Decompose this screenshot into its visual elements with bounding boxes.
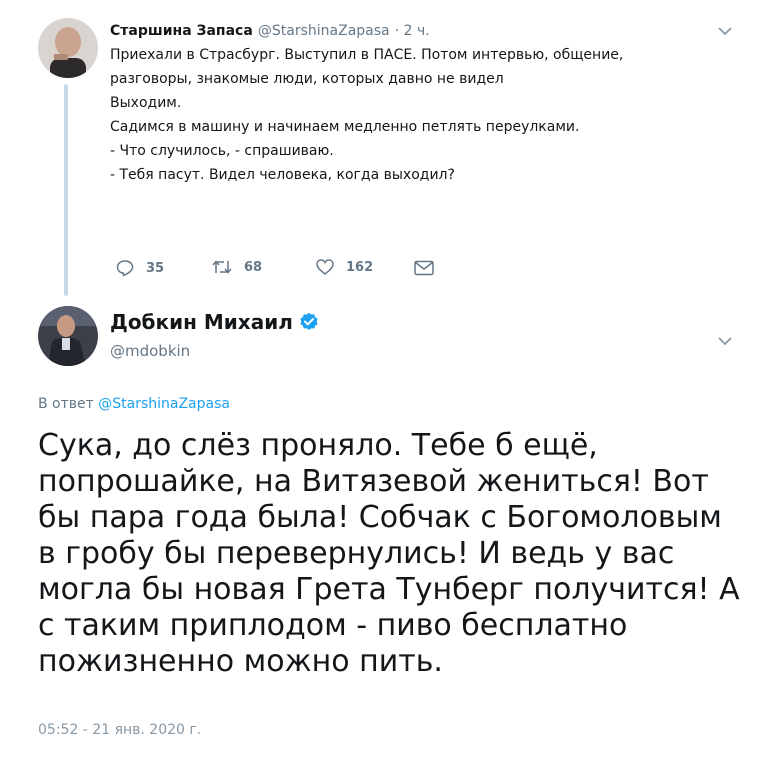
verified-badge-icon bbox=[300, 312, 318, 330]
tweet-line: Приехали в Страсбург. Выступил в ПАСЕ. П… bbox=[110, 47, 624, 63]
tweet-line: Садимся в машину и начинаем медленно пет… bbox=[110, 119, 580, 135]
tweet-line: разговоры, знакомые люди, которых давно … bbox=[110, 71, 504, 87]
avatar-dobkin[interactable] bbox=[38, 306, 98, 366]
tweet2-author[interactable]: Добкин Михаил bbox=[110, 310, 319, 334]
heart-icon bbox=[316, 259, 334, 275]
thread-line bbox=[64, 84, 68, 296]
retweet-count: 68 bbox=[244, 259, 263, 275]
reply-prefix: В ответ bbox=[38, 396, 94, 412]
tweet-line: могла бы новая Грета Тунберг получится! … bbox=[38, 572, 740, 607]
like-count: 162 bbox=[346, 259, 374, 275]
tweet1-header: Старшина Запаса @StarshinaZapasa · 2 ч. bbox=[110, 20, 430, 39]
author-name[interactable]: Добкин Михаил bbox=[110, 310, 293, 334]
like-button[interactable]: 162 bbox=[316, 259, 373, 275]
dm-button[interactable] bbox=[414, 260, 446, 276]
retweet-icon bbox=[212, 260, 232, 274]
tweet-line: бы пара года была! Собчак с Богомоловым bbox=[38, 500, 722, 535]
reply-icon bbox=[116, 260, 134, 277]
tweet-line: - Что случилось, - спрашиваю. bbox=[110, 143, 334, 159]
reply-count: 35 bbox=[146, 260, 165, 276]
tweet-line: в гробу бы перевернулись! И ведь у вас bbox=[38, 536, 675, 571]
tweet-timestamp[interactable]: 05:52 - 21 янв. 2020 г. bbox=[38, 722, 201, 738]
reply-mention-link[interactable]: @StarshinaZapasa bbox=[98, 396, 230, 412]
avatar-starshina[interactable] bbox=[38, 18, 98, 78]
author-name[interactable]: Старшина Запаса bbox=[110, 23, 253, 39]
author-handle[interactable]: @StarshinaZapasa bbox=[258, 23, 390, 39]
chevron-down-icon[interactable] bbox=[718, 332, 732, 351]
tweet-line: Сука, до слёз проняло. Тебе б ещё, bbox=[38, 428, 598, 463]
tweet-line: Выходим. bbox=[110, 95, 182, 111]
chevron-down-icon[interactable] bbox=[718, 22, 732, 41]
tweet-line: с таким приплодом - пиво бесплатно bbox=[38, 608, 628, 643]
envelope-icon bbox=[414, 260, 434, 276]
tweet-line: - Тебя пасут. Видел человека, когда выхо… bbox=[110, 167, 455, 183]
reply-context: В ответ @StarshinaZapasa bbox=[38, 396, 230, 412]
tweet-line: пожизненно можно пить. bbox=[38, 644, 443, 679]
reply-button[interactable]: 35 bbox=[116, 259, 164, 277]
tweet1-text: Приехали в Страсбург. Выступил в ПАСЕ. П… bbox=[110, 44, 623, 186]
retweet-button[interactable]: 68 bbox=[212, 259, 262, 275]
tweet2-text: Сука, до слёз проняло. Тебе б ещё, попро… bbox=[38, 428, 740, 680]
tweet-time[interactable]: · 2 ч. bbox=[395, 23, 430, 39]
author-handle[interactable]: @mdobkin bbox=[110, 342, 190, 360]
tweet-line: попрошайке, на Витязевой жениться! Вот bbox=[38, 464, 709, 499]
